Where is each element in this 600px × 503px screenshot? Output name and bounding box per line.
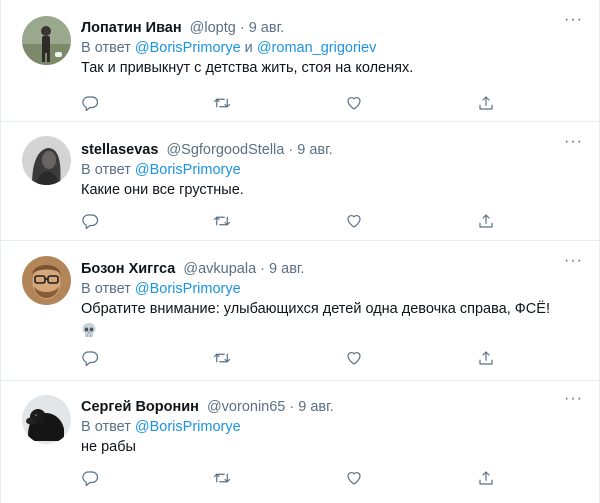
heart-icon[interactable] — [345, 94, 365, 114]
more-icon[interactable]: ··· — [564, 132, 583, 152]
tweet-actions — [81, 94, 501, 114]
display-name[interactable]: Сергей Воронин — [81, 399, 199, 415]
avatar[interactable] — [22, 16, 71, 65]
tweet[interactable]: Бозон Хиггса @avkupala · 9 авг. ··· В от… — [1, 241, 600, 381]
tweet-actions — [81, 349, 501, 369]
more-icon[interactable]: ··· — [564, 251, 583, 271]
heart-icon[interactable] — [345, 469, 365, 489]
share-icon[interactable] — [477, 349, 497, 369]
handle[interactable]: @SgforgoodStella — [166, 142, 284, 158]
tweet[interactable]: stellasevas @SgforgoodStella · 9 авг. ··… — [1, 122, 600, 241]
reply-prefix: В ответ — [81, 419, 135, 435]
share-icon[interactable] — [477, 94, 497, 114]
more-icon[interactable]: ··· — [564, 389, 583, 409]
tweet-text: Какие они все грустные. — [81, 182, 244, 198]
tweet-text: Обратите внимание: улыбающихся детей одн… — [81, 301, 550, 317]
separator: · — [284, 142, 298, 158]
retweet-icon[interactable] — [213, 212, 233, 232]
tweet-header: stellasevas @SgforgoodStella · 9 авг. ··… — [81, 133, 585, 160]
tweet-emoji — [81, 319, 585, 341]
separator: · — [256, 261, 270, 277]
avatar[interactable] — [22, 136, 71, 185]
reply-icon[interactable] — [81, 469, 101, 489]
more-icon[interactable]: ··· — [564, 10, 583, 30]
mention-link[interactable]: @BorisPrimorye — [135, 281, 241, 297]
timestamp[interactable]: 9 авг. — [298, 399, 333, 415]
reply-prefix: В ответ — [81, 281, 135, 297]
display-name[interactable]: stellasevas — [81, 142, 158, 158]
reply-context: В ответ @BorisPrimorye — [81, 417, 585, 437]
reply-icon[interactable] — [81, 212, 101, 232]
retweet-icon[interactable] — [213, 349, 233, 369]
tweet-actions — [81, 212, 501, 232]
display-name[interactable]: Лопатин Иван — [81, 20, 182, 36]
mention-link[interactable]: @roman_grigoriev — [257, 40, 377, 56]
retweet-icon[interactable] — [213, 94, 233, 114]
mention-link[interactable]: @BorisPrimorye — [135, 162, 241, 178]
skull-emoji — [82, 323, 96, 337]
share-icon[interactable] — [477, 469, 497, 489]
separator: · — [285, 399, 299, 415]
heart-icon[interactable] — [345, 212, 365, 232]
tweet-header: Сергей Воронин @voronin65 · 9 авг. ··· — [81, 390, 585, 417]
mention-link[interactable]: @BorisPrimorye — [135, 419, 241, 435]
reply-context: В ответ @BorisPrimorye и @roman_grigorie… — [81, 38, 585, 58]
handle[interactable]: @loptg — [190, 20, 236, 36]
reply-context: В ответ @BorisPrimorye — [81, 279, 585, 299]
tweet-header: Бозон Хиггса @avkupala · 9 авг. ··· — [81, 252, 585, 279]
timestamp[interactable]: 9 авг. — [269, 261, 304, 277]
avatar[interactable] — [22, 256, 71, 305]
reply-prefix: В ответ — [81, 162, 135, 178]
tweet[interactable]: Лопатин Иван @loptg · 9 авг. ··· В ответ… — [1, 0, 600, 122]
reply-context: В ответ @BorisPrimorye — [81, 160, 585, 180]
reply-prefix: В ответ — [81, 40, 135, 56]
tweet-actions — [81, 469, 501, 489]
reply-feed: Лопатин Иван @loptg · 9 авг. ··· В ответ… — [0, 0, 600, 503]
handle[interactable]: @avkupala — [183, 261, 256, 277]
display-name[interactable]: Бозон Хиггса — [81, 261, 175, 277]
handle[interactable]: @voronin65 — [207, 399, 285, 415]
tweet[interactable]: Сергей Воронин @voronin65 · 9 авг. ··· В… — [1, 381, 600, 503]
timestamp[interactable]: 9 авг. — [297, 142, 332, 158]
heart-icon[interactable] — [345, 349, 365, 369]
separator: · — [235, 20, 249, 36]
share-icon[interactable] — [477, 212, 497, 232]
reply-and: и — [240, 40, 257, 56]
tweet-text: Так и привыкнут с детства жить, стоя на … — [81, 60, 414, 76]
reply-icon[interactable] — [81, 349, 101, 369]
avatar[interactable] — [22, 395, 71, 444]
mention-link[interactable]: @BorisPrimorye — [135, 40, 241, 56]
timestamp[interactable]: 9 авг. — [249, 20, 284, 36]
tweet-text: не рабы — [81, 439, 136, 455]
tweet-header: Лопатин Иван @loptg · 9 авг. ··· — [81, 11, 585, 38]
reply-icon[interactable] — [81, 94, 101, 114]
retweet-icon[interactable] — [213, 469, 233, 489]
